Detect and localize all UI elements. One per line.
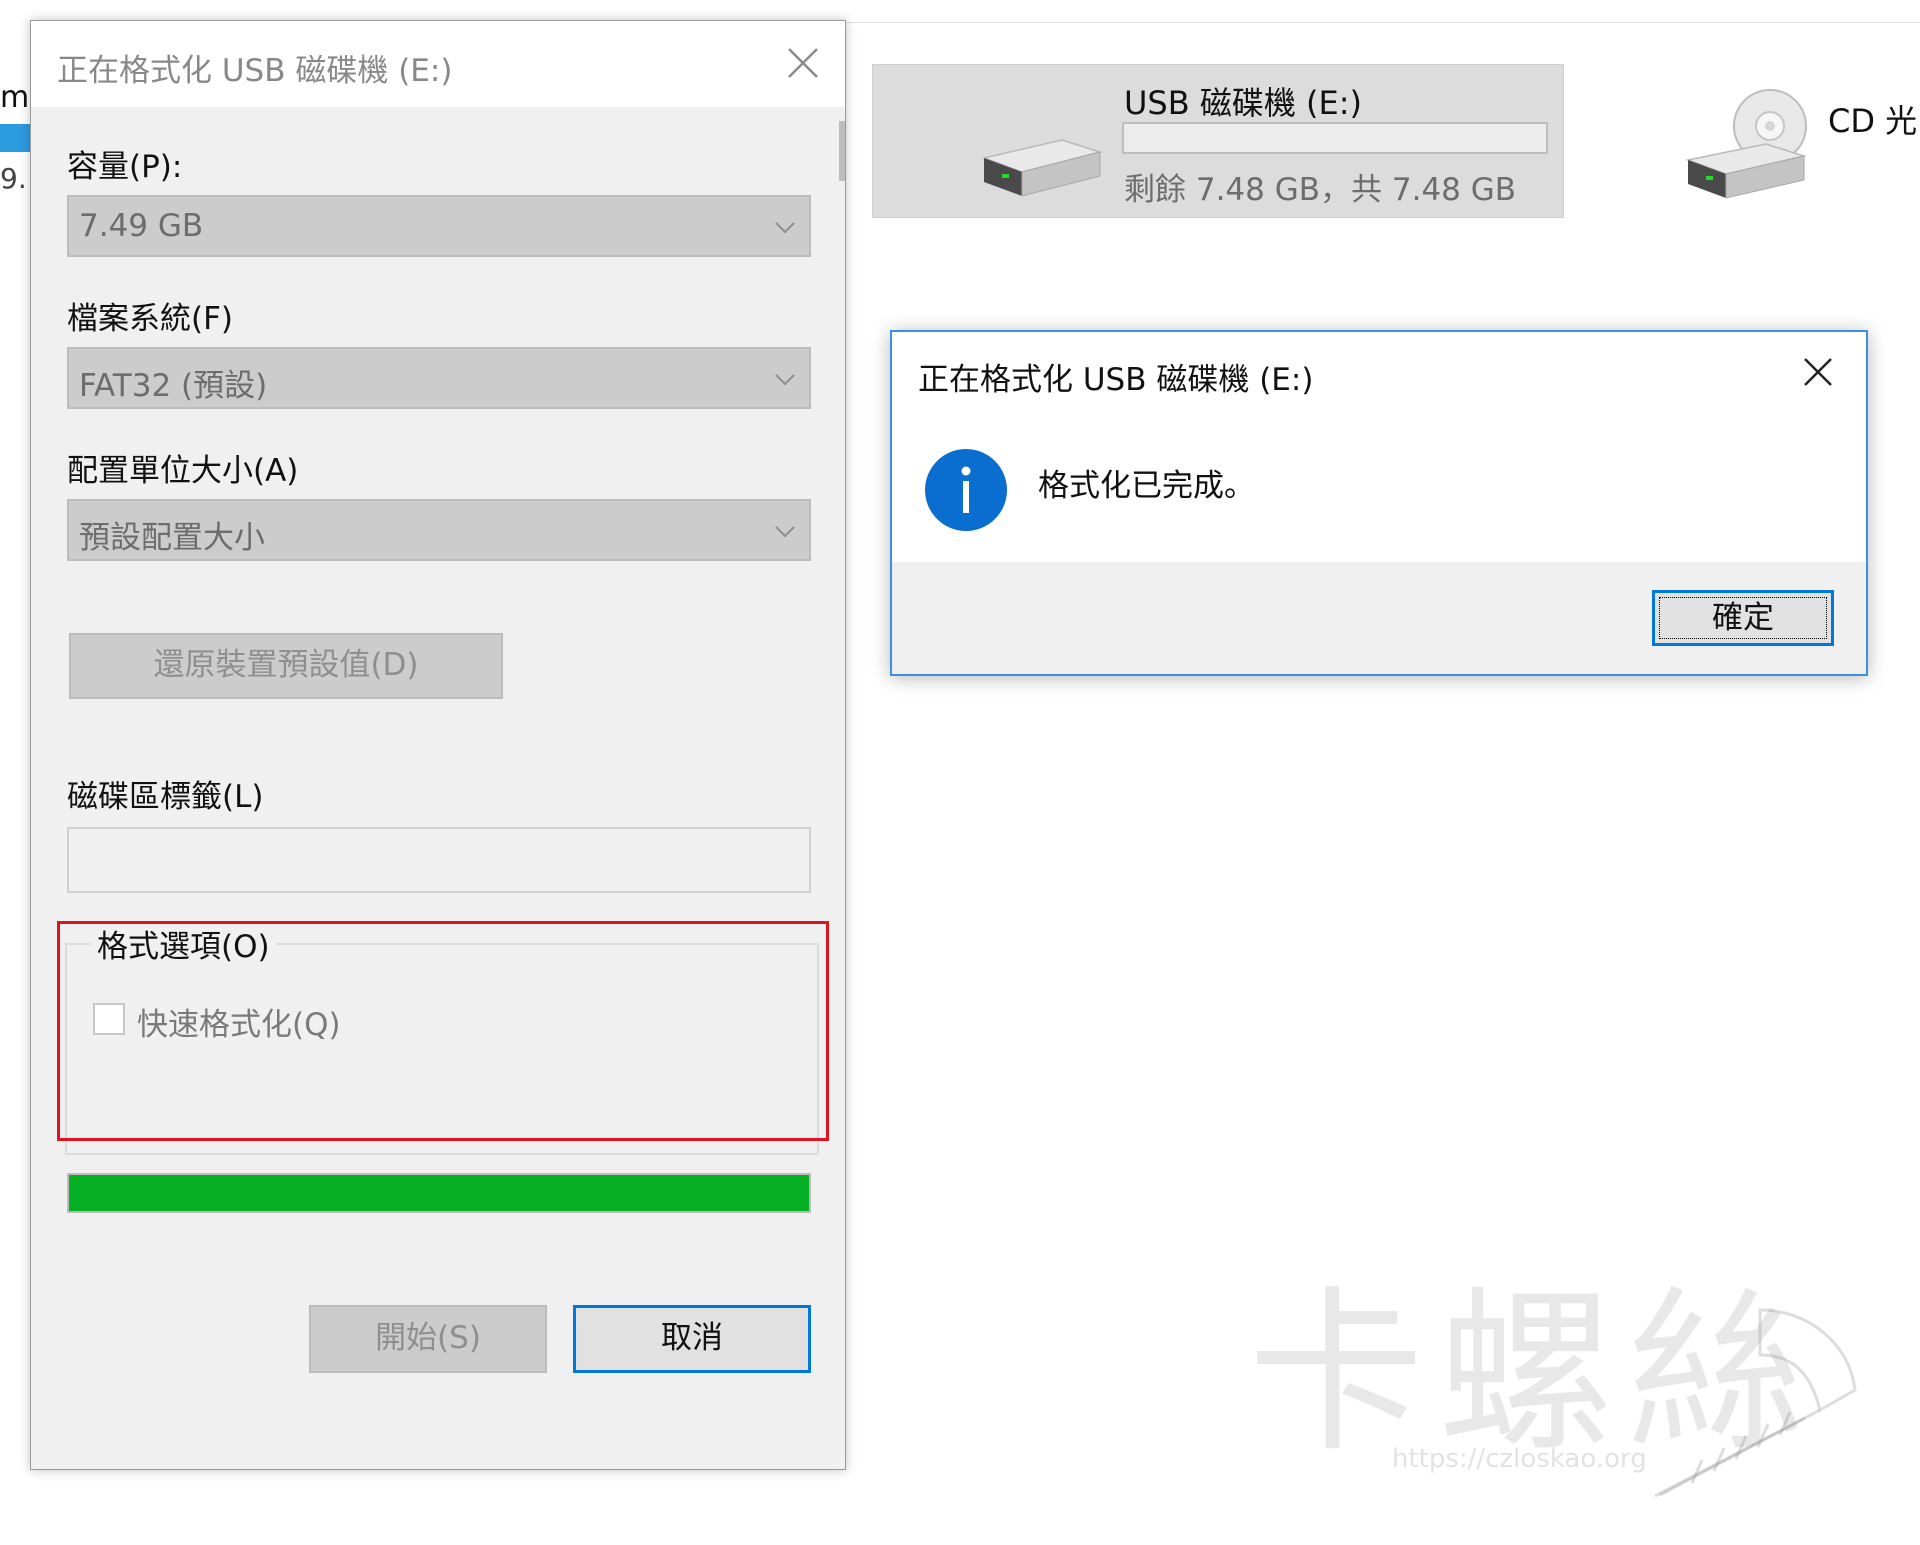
format-dialog-edge-shade [839, 121, 845, 181]
usb-drive-space-text: 剩餘 7.48 GB，共 7.48 GB [1124, 172, 1517, 208]
ok-button[interactable]: 確定 [1652, 590, 1834, 646]
usb-drive-name: USB 磁碟機 (E:) [1124, 84, 1363, 122]
filesystem-value: FAT32 (預設) [79, 368, 268, 404]
info-icon [925, 449, 1007, 531]
restore-defaults-button[interactable]: 還原裝置預設值(D) [69, 633, 503, 699]
cancel-button[interactable]: 取消 [573, 1305, 811, 1373]
chevron-down-icon [775, 222, 795, 234]
left-pane-selection-bar [0, 124, 30, 152]
chevron-down-icon [775, 526, 795, 538]
allocation-unit-combobox[interactable]: 預設配置大小 [67, 499, 811, 561]
ok-button-label: 確定 [1712, 600, 1774, 636]
allocation-unit-label: 配置單位大小(A) [67, 453, 299, 489]
close-icon[interactable] [1800, 354, 1836, 390]
left-pane-text-fragment: 9. [0, 162, 27, 195]
cd-drive-icon[interactable] [1684, 86, 1814, 206]
watermark-url: https://czloskao.org [1392, 1444, 1647, 1474]
capacity-value: 7.49 GB [79, 208, 204, 244]
explorer-left-pane: m 9. [0, 0, 30, 1545]
volume-label-label: 磁碟區標籤(L) [67, 779, 264, 815]
screw-logo-icon [1654, 1308, 1857, 1498]
format-progress-fill [69, 1175, 809, 1211]
chevron-down-icon [775, 374, 795, 386]
capacity-combobox[interactable]: 7.49 GB [67, 195, 811, 257]
allocation-unit-value: 預設配置大小 [79, 520, 265, 556]
explorer-top-divider [845, 22, 1920, 23]
message-box-text: 格式化已完成。 [1038, 468, 1255, 504]
usb-drive-capacity-bar [1122, 122, 1548, 154]
format-dialog-title: 正在格式化 USB 磁碟機 (E:) [57, 53, 453, 89]
format-complete-message-box: 正在格式化 USB 磁碟機 (E:) 格式化已完成。 確定 [890, 330, 1868, 676]
cd-drive-name[interactable]: CD 光 [1828, 96, 1917, 142]
close-icon[interactable] [783, 43, 823, 83]
filesystem-combobox[interactable]: FAT32 (預設) [67, 347, 811, 409]
format-dialog: 正在格式化 USB 磁碟機 (E:) 容量(P): 7.49 GB 檔案系統(F… [30, 20, 846, 1470]
capacity-label: 容量(P): [67, 149, 183, 185]
volume-label-input[interactable] [67, 827, 811, 893]
usb-drive-icon [981, 139, 1103, 197]
format-progress-bar [67, 1173, 811, 1213]
annotation-highlight-box [57, 921, 829, 1141]
start-button[interactable]: 開始(S) [309, 1305, 547, 1373]
left-pane-text-fragment: m [0, 80, 30, 115]
filesystem-label: 檔案系統(F) [67, 301, 234, 337]
message-box-title: 正在格式化 USB 磁碟機 (E:) [918, 362, 1314, 398]
